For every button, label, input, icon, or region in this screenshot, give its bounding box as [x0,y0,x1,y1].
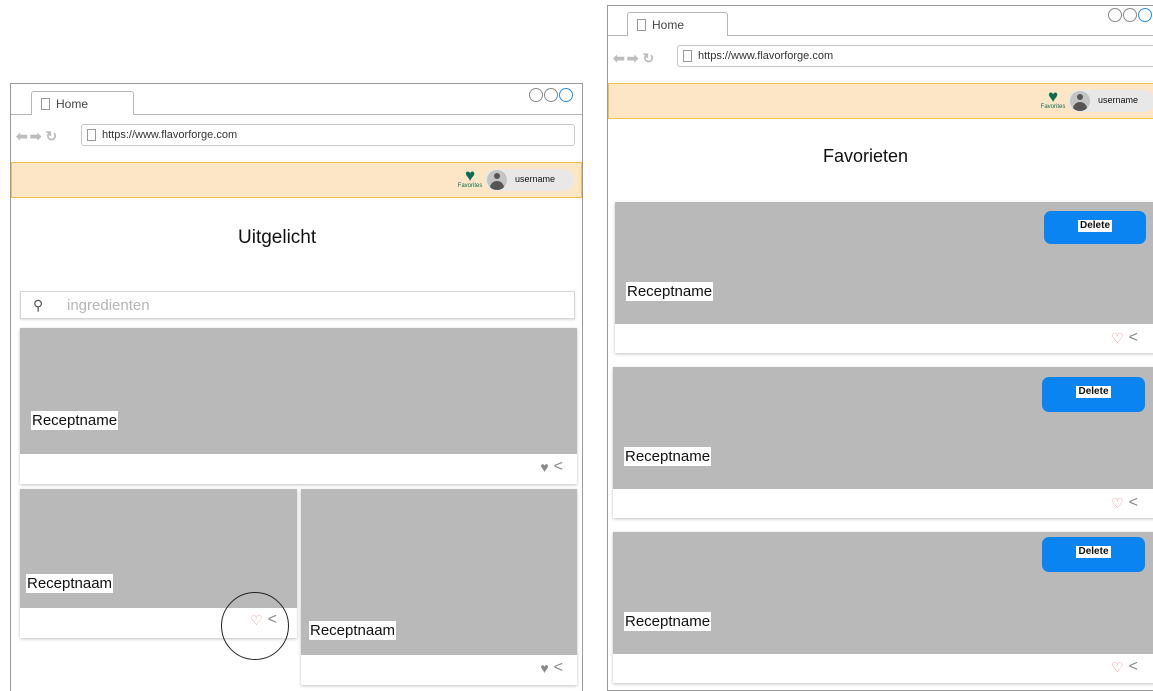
favorite-card[interactable]: Delete Receptname ♡ < [613,532,1153,683]
reload-icon[interactable]: ↻ [642,50,654,67]
card-actions: ♡ < [1111,494,1138,512]
address-bar[interactable]: https://www.flavorforge.com [677,45,1153,67]
window-control-circle[interactable] [544,88,558,102]
document-icon [41,98,50,110]
recipe-name: Receptnaam [309,621,397,640]
heart-icon: ♥ [1047,87,1059,106]
tab-strip-line [11,114,31,115]
document-icon [683,50,692,62]
page-title: Uitgelicht [238,227,317,248]
window-control-circle[interactable] [1108,8,1122,22]
nav-buttons: ⬅ ➡ ↻ [16,128,57,145]
card-actions: ♡ < [1111,329,1138,347]
address-url: https://www.flavorforge.com [102,129,238,141]
search-input[interactable]: ⚲ ingredienten [20,291,575,319]
share-icon[interactable]: < [1129,329,1138,347]
search-icon: ⚲ [33,297,44,313]
user-avatar-icon [1070,91,1090,111]
recipe-card[interactable]: Receptnaam ♥ < [301,489,577,685]
username-label: username [1098,95,1139,105]
recipe-name: Receptname [624,447,712,466]
heart-icon[interactable]: ♡ [1111,659,1124,676]
delete-label: Delete [1076,546,1111,558]
window-control-circle[interactable] [1123,8,1137,22]
username-label: username [515,174,556,184]
tab-label: Home [652,18,685,32]
address-bar[interactable]: https://www.flavorforge.com [81,124,575,146]
delete-label: Delete [1077,220,1112,232]
heart-icon[interactable]: ♥ [540,459,548,475]
search-placeholder: ingredienten [67,297,150,314]
app-header: ♥ Favorites username [608,83,1153,119]
user-menu[interactable]: username [1068,90,1153,112]
window-controls [528,88,573,102]
delete-button[interactable]: Delete [1042,377,1145,412]
card-actions: ♡ < [1111,658,1138,676]
document-icon [87,129,96,141]
tab-strip-line [134,114,582,115]
card-actions: ♥ < [540,458,563,476]
reload-icon[interactable]: ↻ [45,128,57,145]
share-icon[interactable]: < [1129,494,1138,512]
user-menu[interactable]: username [485,169,574,191]
back-arrow-icon[interactable]: ⬅ [613,50,625,67]
heart-icon[interactable]: ♥ [540,660,548,676]
recipe-name: Receptname [31,411,119,430]
app-header: ♥ Favorites username [11,162,582,198]
browser-tab[interactable]: Home [31,91,134,115]
recipe-name: Receptname [626,282,714,301]
heart-icon: ♥ [464,166,476,185]
window-control-circle[interactable] [1138,8,1152,22]
share-icon[interactable]: < [1129,658,1138,676]
left-browser-window: Home ⬅ ➡ ↻ https://www.flavorforge.com ♥… [10,83,583,691]
right-browser-window: Home ⬅ ➡ ↻ https://www.flavorforge.com ♥… [607,5,1153,691]
forward-arrow-icon[interactable]: ➡ [30,128,42,145]
back-arrow-icon[interactable]: ⬅ [16,128,28,145]
heart-icon[interactable]: ♡ [1111,330,1124,347]
favorites-link[interactable]: ♥ Favorites [1037,87,1069,111]
window-control-circle[interactable] [559,88,573,102]
nav-buttons: ⬅ ➡ ↻ [613,50,654,67]
favorite-card[interactable]: Delete Receptname ♡ < [613,367,1153,518]
browser-tab[interactable]: Home [627,12,728,36]
favorites-link[interactable]: ♥ Favorites [454,166,486,190]
recipe-name: Receptnaam [26,574,114,593]
tab-label: Home [56,97,89,111]
delete-label: Delete [1076,386,1111,398]
recipe-image [20,328,577,454]
favorite-card[interactable]: Delete Receptname ♡ < [615,202,1153,353]
document-icon [637,19,646,31]
tab-strip-line [608,35,627,36]
highlight-circle [221,592,289,660]
delete-button[interactable]: Delete [1044,211,1146,244]
share-icon[interactable]: < [554,458,563,476]
share-icon[interactable]: < [554,659,563,677]
card-actions: ♥ < [540,659,563,677]
forward-arrow-icon[interactable]: ➡ [627,50,639,67]
window-control-circle[interactable] [529,88,543,102]
tab-strip-line [728,35,1153,36]
heart-icon[interactable]: ♡ [1111,495,1124,512]
favorites-label: Favorites [1040,104,1066,110]
recipe-name: Receptname [624,612,712,631]
recipe-card[interactable]: Receptname ♥ < [20,328,577,484]
user-avatar-icon [487,170,507,190]
delete-button[interactable]: Delete [1042,537,1145,572]
window-controls [1107,8,1152,22]
address-url: https://www.flavorforge.com [698,50,834,62]
page-title: Favorieten [823,146,909,166]
favorites-label: Favorites [457,183,483,189]
